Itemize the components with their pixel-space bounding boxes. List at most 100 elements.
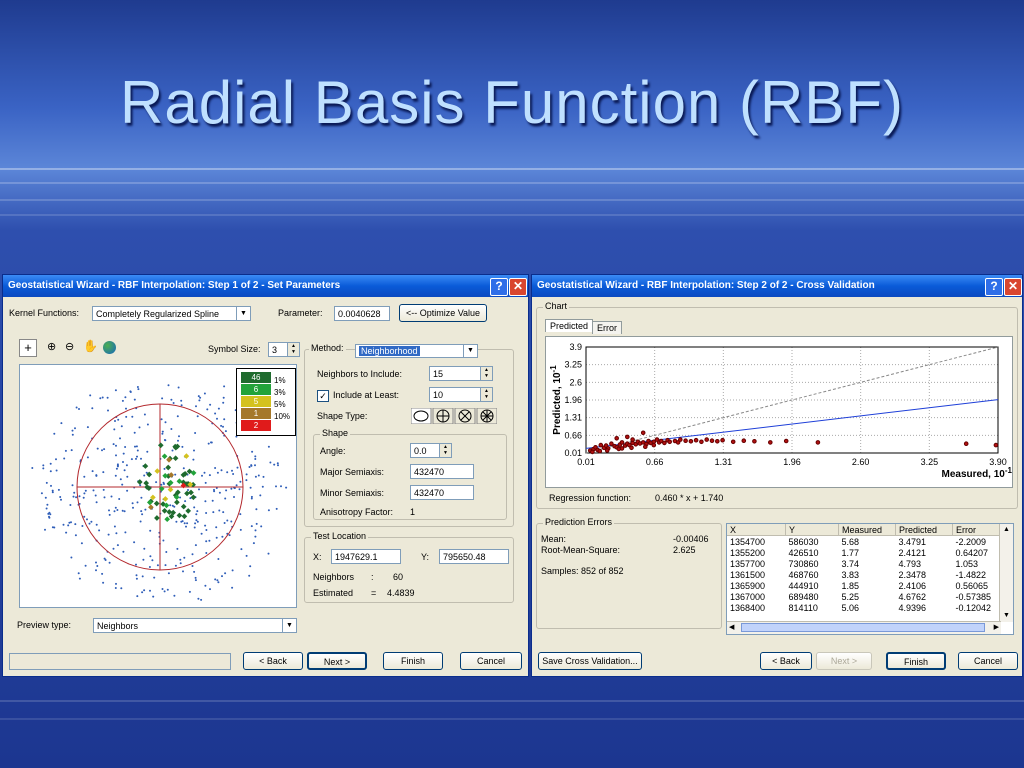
scroll-down-icon[interactable]: ▼ — [1000, 610, 1013, 622]
map-point — [108, 509, 110, 512]
optimize-value-button[interactable]: <-- Optimize Value — [399, 304, 487, 322]
horizontal-scrollbar[interactable]: ◀ ▶ — [727, 621, 1001, 634]
map-point — [114, 420, 116, 422]
cancel-button[interactable]: Cancel — [958, 652, 1018, 670]
table-row[interactable]: 1367000 689480 5.25 4.6762 -0.57385 — [727, 591, 1010, 602]
errors-table[interactable]: X Y Measured Predicted Error 1354700 586030 5.… — [726, 523, 1014, 635]
neighbor-point — [190, 494, 197, 501]
quadrant-offset-shape-icon[interactable] — [454, 407, 476, 425]
column-header[interactable]: Measured — [838, 524, 896, 536]
kernel-function-select[interactable]: Completely Regularized Spline ▼ — [92, 306, 251, 321]
map-point — [63, 457, 66, 460]
tab-predicted[interactable]: Predicted — [545, 319, 594, 332]
map-point — [194, 579, 197, 582]
octant-shape-icon[interactable] — [476, 407, 498, 425]
test-y-input[interactable]: 795650.48 — [439, 549, 509, 564]
map-point — [196, 415, 199, 418]
back-button[interactable]: < Back — [243, 652, 303, 670]
quadrant-shape-icon[interactable] — [432, 407, 454, 425]
map-point — [149, 529, 152, 532]
column-header[interactable]: Predicted — [895, 524, 953, 536]
map-point — [136, 595, 139, 598]
next-button[interactable]: Next > — [307, 652, 367, 670]
neighbors-to-include-spinner[interactable]: 15 ▲ ▼ — [429, 366, 493, 381]
help-button[interactable]: ? — [985, 278, 1003, 296]
next-button[interactable]: Next > — [816, 652, 872, 670]
map-point — [95, 561, 97, 564]
table-row[interactable]: 1361500 468760 3.83 2.3478 -1.4822 — [727, 569, 1010, 580]
map-point — [96, 447, 99, 450]
map-point — [143, 547, 146, 550]
shape-type-icons — [410, 407, 498, 425]
major-semiaxis-input[interactable]: 432470 — [410, 464, 474, 479]
map-point — [255, 508, 258, 511]
include-at-least-spinner[interactable]: 10 ▲ ▼ — [429, 387, 493, 402]
scroll-thumb[interactable] — [741, 623, 985, 632]
angle-spinner[interactable]: 0.0 ▲ ▼ — [410, 443, 452, 458]
scroll-right-icon[interactable]: ▶ — [994, 623, 999, 631]
pan-hand-icon[interactable]: ✋ — [83, 339, 98, 353]
parameter-label: Parameter: — [278, 308, 323, 318]
parameter-input[interactable]: 0.0040628 — [334, 306, 390, 321]
map-point — [285, 486, 288, 489]
spinner-arrows-icon: ▲ ▼ — [439, 444, 451, 457]
map-point — [115, 582, 117, 585]
data-point — [643, 444, 648, 449]
table-row[interactable]: 1368400 814110 5.06 4.9396 -0.12042 — [727, 602, 1010, 613]
scroll-left-icon[interactable]: ◀ — [729, 623, 734, 631]
scroll-up-icon[interactable]: ▲ — [1000, 524, 1013, 536]
table-cell: 586030 — [788, 536, 819, 547]
neighbor-point — [176, 512, 183, 519]
map-point — [71, 484, 74, 487]
help-button[interactable]: ? — [490, 278, 508, 296]
map-point — [113, 525, 116, 528]
table-row[interactable]: 1355200 426510 1.77 2.4121 0.64207 — [727, 547, 1010, 558]
back-button[interactable]: < Back — [760, 652, 812, 670]
column-header[interactable]: X — [727, 524, 786, 536]
map-point — [125, 407, 127, 410]
map-point — [238, 488, 241, 491]
test-x-input[interactable]: 1947629.1 — [331, 549, 401, 564]
map-point — [115, 532, 118, 535]
zoom-in-icon[interactable]: ⊕ — [47, 340, 56, 353]
map-point — [204, 584, 207, 587]
map-point — [164, 421, 167, 424]
finish-button[interactable]: Finish — [886, 652, 946, 670]
column-header[interactable]: Y — [785, 524, 839, 536]
map-preview[interactable]: 46 1% 6 3% 5 5% 1 10% 2 — [19, 364, 297, 608]
neighbor-point — [188, 489, 194, 496]
preview-type-select[interactable]: Neighbors ▼ — [93, 618, 297, 633]
symbol-size-spinner[interactable]: 3 ▲ ▼ — [268, 342, 300, 357]
map-point — [212, 511, 215, 514]
map-point — [226, 519, 229, 522]
map-point — [275, 507, 278, 510]
prediction-errors-label: Prediction Errors — [543, 517, 615, 527]
finish-button[interactable]: Finish — [383, 652, 443, 670]
x-axis-label-exponent: -1 — [1005, 466, 1012, 475]
save-cross-validation-button[interactable]: Save Cross Validation... — [538, 652, 642, 670]
data-point — [598, 442, 604, 448]
cancel-button[interactable]: Cancel — [460, 652, 522, 670]
ellipse-shape-icon[interactable] — [410, 407, 432, 425]
neighbor-point — [174, 499, 180, 506]
vertical-scrollbar[interactable]: ▲ ▼ — [999, 524, 1013, 622]
close-button[interactable]: ✕ — [509, 278, 527, 296]
table-row[interactable]: 1365900 444910 1.85 2.4106 0.56065 — [727, 580, 1010, 591]
map-point — [92, 489, 95, 492]
table-row[interactable]: 1354700 586030 5.68 3.4791 -2.2009 — [727, 536, 1010, 548]
data-point — [704, 437, 709, 442]
close-button[interactable]: ✕ — [1004, 278, 1022, 296]
background-streak — [0, 182, 1024, 184]
table-cell: 1.85 — [841, 580, 860, 591]
map-point — [273, 463, 276, 466]
tab-error[interactable]: Error — [592, 321, 622, 334]
method-select[interactable]: Neighborhood ▼ — [355, 344, 478, 358]
full-extent-globe-icon[interactable] — [103, 341, 116, 354]
table-row[interactable]: 1357700 730860 3.74 4.793 1.053 — [727, 558, 1010, 569]
map-point — [116, 464, 119, 467]
pan-crosshair-icon[interactable]: + — [19, 339, 37, 357]
zoom-out-icon[interactable]: ⊖ — [65, 340, 74, 353]
include-at-least-checkbox[interactable]: ✓ — [317, 390, 329, 402]
minor-semiaxis-input[interactable]: 432470 — [410, 485, 474, 500]
estimated-equals: = — [371, 588, 377, 598]
